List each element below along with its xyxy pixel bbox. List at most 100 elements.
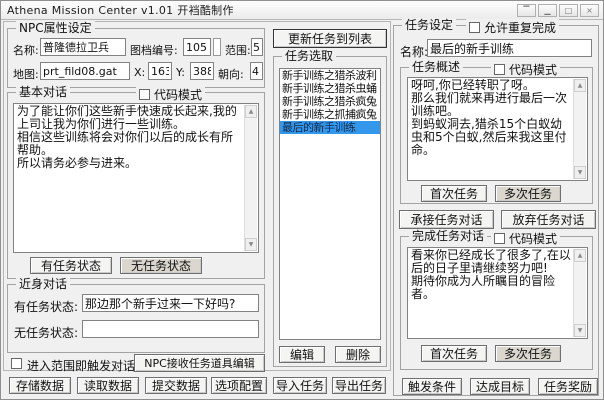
task-listbox[interactable]: 新手训练之猎杀波利 新手训练之猎杀虫蛹 新手训练之猎杀疯兔 新手训练之抓捕疯兔 … [279,68,381,340]
basic-code-mode-wrap: 代码模式 [136,86,205,103]
scroll-up-icon[interactable]: ▲ [245,105,257,118]
range-label: 范围: [225,42,251,58]
npc-settings-group: NPC属性设定 名称: 图档编号: 范围: 地图: X: Y: 朝向: [7,28,265,88]
update-task-list-button[interactable]: 更新任务到列表 [273,29,387,48]
save-data-button[interactable]: 存储数据 [9,377,71,394]
y-label: Y: [176,66,185,79]
sprite-id-spinner[interactable] [213,38,221,56]
edit-task-button[interactable]: 编辑 [279,346,325,363]
delete-task-button[interactable]: 删除 [335,346,381,363]
allow-repeat-checkbox[interactable] [469,22,480,33]
trigger-range-label: 进入范围即触发对话框 [27,357,147,374]
has-task-state-button[interactable]: 有任务状态 [30,257,112,274]
basic-code-mode-checkbox[interactable] [139,89,150,100]
allow-repeat-label: 允许重复完成 [484,19,556,36]
facing-label: 朝向: [218,66,244,82]
task-list-item[interactable]: 新手训练之抓捕疯兔 [280,108,380,121]
complete-code-mode-wrap: 代码模式 [491,230,560,247]
trigger-condition-button[interactable]: 触发条件 [402,378,462,395]
task-list-item[interactable]: 新手训练之猎杀波利 [280,69,380,82]
allow-repeat-wrap: 允许重复完成 [466,19,559,36]
scroll-up-icon[interactable]: ▲ [574,249,586,262]
basic-dialog-scrollbar[interactable]: ▲ ▼ [244,105,257,251]
complete-code-mode-label: 代码模式 [509,230,557,247]
shade-icon[interactable]: ▔ [517,4,536,17]
accept-task-dialog-button[interactable]: 承接任务对话 [399,210,494,229]
near-dialog-group-label: 近身对话 [16,277,70,291]
achieve-goal-button[interactable]: 达成目标 [470,378,530,395]
summary-first-task-button[interactable]: 首次任务 [421,185,487,202]
task-select-group: 任务选取 新手训练之猎杀波利 新手训练之猎杀虫蛹 新手训练之猎杀疯兔 新手训练之… [273,56,387,367]
complete-dialog-scrollbar[interactable]: ▲ ▼ [573,249,586,337]
y-input[interactable] [190,62,214,80]
options-config-button[interactable]: 选项配置 [211,377,267,394]
task-summary-scrollbar[interactable]: ▲ ▼ [573,79,586,179]
task-summary-textarea[interactable]: 呀呵,你已经转职了呀。 那么我们就来再进行最后一次训练吧。 到蚂蚁洞去,猎杀15… [407,77,588,181]
scroll-down-icon[interactable]: ▼ [245,238,257,251]
complete-dialog-group-label: 完成任务对话 [409,229,487,243]
complete-first-task-button[interactable]: 首次任务 [421,345,487,362]
task-reward-button[interactable]: 任务奖励 [538,378,598,395]
window-title: Athena Mission Center v1.01 开裆酷制作 [1,2,234,18]
npc-item-edit-button[interactable]: NPC接收任务道具编辑 [134,354,265,372]
export-task-button[interactable]: 导出任务 [332,377,386,394]
basic-dialog-group-label: 基本对话 [16,85,70,99]
abandon-task-dialog-button[interactable]: 放弃任务对话 [501,210,596,229]
title-bar[interactable]: Athena Mission Center v1.01 开裆酷制作 ▔ ▁ □ … [1,1,603,20]
basic-code-mode-label: 代码模式 [154,86,202,103]
near-no-task-input[interactable] [82,320,259,338]
complete-multi-task-button[interactable]: 多次任务 [495,345,561,362]
range-input[interactable] [251,38,263,56]
map-label: 地图: [13,66,39,82]
basic-dialog-textarea[interactable]: 为了能让你们这些新手快速成长起来,我的上司让我为你们进行一些训练。 相信这些训练… [13,103,259,253]
summary-code-mode-checkbox[interactable] [494,64,505,75]
close-icon[interactable]: × [580,4,599,17]
task-list-item[interactable]: 新手训练之猎杀疯兔 [280,95,380,108]
npc-name-input[interactable] [40,38,126,56]
trigger-range-checkbox[interactable] [11,358,22,369]
complete-dialog-group: 完成任务对话 代码模式 看来你已经成长了很多了,在以后的日子里请继续努力吧! 期… [400,236,593,370]
npc-settings-group-label: NPC属性设定 [16,21,95,35]
window-controls: ▔ ▁ □ × [517,4,599,17]
sprite-id-input[interactable] [183,38,211,56]
scroll-down-icon[interactable]: ▼ [574,166,586,179]
task-summary-group: 任务概述 代码模式 呀呵,你已经转职了呀。 那么我们就来再进行最后一次训练吧。 … [400,67,593,204]
complete-dialog-text: 看来你已经成长了很多了,在以后的日子里请继续努力吧! 期待你成为人所瞩目的冒险者… [409,249,572,337]
task-name-label: 名称: [400,43,428,60]
submit-data-button[interactable]: 提交数据 [145,377,207,394]
minimize-icon[interactable]: ▁ [538,4,557,17]
task-name-input[interactable] [427,39,592,57]
task-settings-group: 任务设定 允许重复完成 名称: 任务概述 代码模式 呀呵,你已经转职了呀。 那么… [393,25,599,396]
load-data-button[interactable]: 读取数据 [77,377,139,394]
no-task-state-button[interactable]: 无任务状态 [120,257,202,274]
maximize-icon[interactable]: □ [559,4,578,17]
task-list-items: 新手训练之猎杀波利 新手训练之猎杀虫蛹 新手训练之猎杀疯兔 新手训练之抓捕疯兔 … [280,69,380,134]
basic-dialog-group: 基本对话 代码模式 为了能让你们这些新手快速成长起来,我的上司让我为你们进行一些… [7,92,265,279]
x-input[interactable] [148,62,172,80]
near-has-task-input[interactable] [82,294,259,312]
scroll-up-icon[interactable]: ▲ [574,79,586,92]
import-task-button[interactable]: 导入任务 [273,377,327,394]
scroll-down-icon[interactable]: ▼ [574,324,586,337]
task-list-item[interactable]: 新手训练之猎杀虫蛹 [280,82,380,95]
map-input[interactable] [40,62,130,80]
sprite-id-label: 图档编号: [130,42,178,58]
complete-code-mode-checkbox[interactable] [494,233,505,244]
task-summary-group-label: 任务概述 [409,60,463,74]
task-list-item-selected[interactable]: 最后的新手训练 [280,121,380,134]
summary-code-mode-wrap: 代码模式 [491,61,560,78]
task-summary-text: 呀呵,你已经转职了呀。 那么我们就来再进行最后一次训练吧。 到蚂蚁洞去,猎杀15… [409,79,572,179]
task-select-group-label: 任务选取 [282,49,336,63]
summary-multi-task-button[interactable]: 多次任务 [495,185,561,202]
near-has-task-label: 有任务状态: [14,298,78,315]
x-label: X: [134,66,145,79]
near-dialog-group: 近身对话 有任务状态: 无任务状态: [7,284,265,353]
complete-dialog-textarea[interactable]: 看来你已经成长了很多了,在以后的日子里请继续努力吧! 期待你成为人所瞩目的冒险者… [407,247,588,339]
app-window: Athena Mission Center v1.01 开裆酷制作 ▔ ▁ □ … [0,0,604,400]
summary-code-mode-label: 代码模式 [509,61,557,78]
task-settings-group-label: 任务设定 [402,18,456,32]
npc-name-label: 名称: [13,42,39,58]
basic-dialog-text: 为了能让你们这些新手快速成长起来,我的上司让我为你们进行一些训练。 相信这些训练… [15,105,243,251]
facing-input[interactable] [250,62,263,80]
near-no-task-label: 无任务状态: [14,324,78,341]
